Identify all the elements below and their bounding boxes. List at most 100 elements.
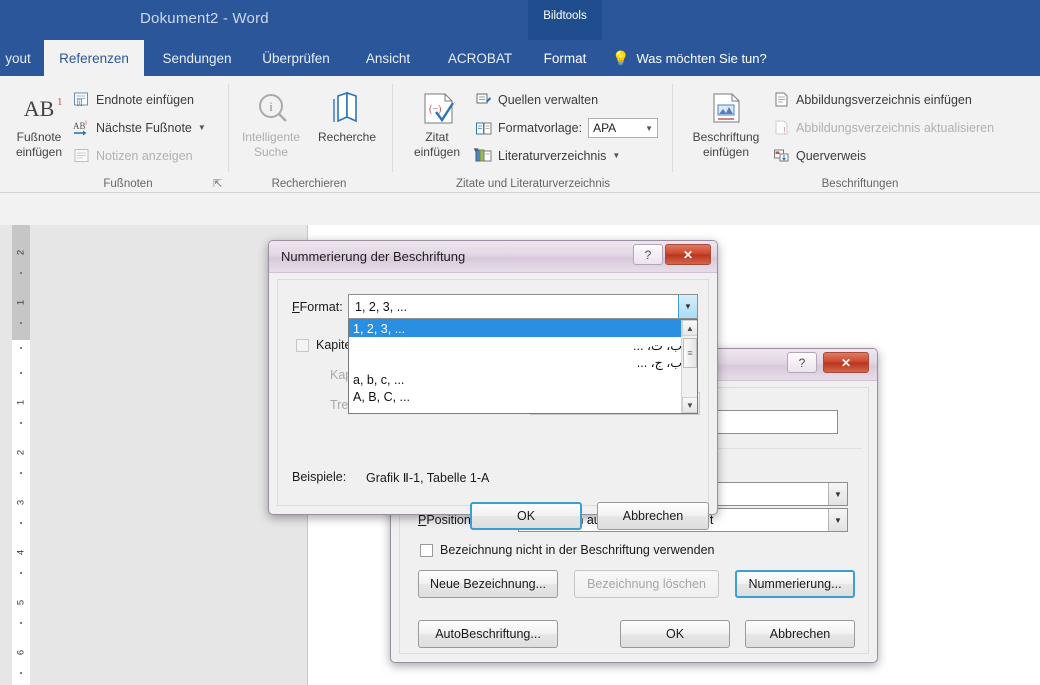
svg-text:1: 1 [85, 121, 88, 127]
contextual-tab-group-label: Bildtools [543, 10, 587, 22]
svg-text:(−): (−) [429, 104, 441, 115]
chapter-number-checkbox[interactable] [296, 339, 309, 352]
cross-reference-label: Querverweis [796, 148, 867, 163]
chevron-down-icon[interactable]: ▼ [828, 509, 847, 531]
insert-endnote-label: Endnote einfügen [96, 92, 195, 107]
update-table-of-figures-label: Abbildungsverzeichnis aktualisieren [796, 120, 995, 135]
tab-ansicht[interactable]: Ansicht [348, 40, 428, 76]
format-combo[interactable]: 1, 2, 3, ... ▼ [348, 294, 698, 319]
researcher-line1: Recherche [317, 130, 377, 144]
style-item: Formatvorlage: APA ▼ [474, 118, 659, 138]
help-question-icon[interactable]: ? [787, 352, 817, 373]
numbering-cancel-button[interactable]: Abbrechen [597, 502, 709, 530]
next-footnote-item[interactable]: AB 1 Nächste Fußnote ▼ [72, 118, 206, 137]
insert-footnote-line2: einfügen [15, 145, 63, 159]
exclude-label-text: Bezeichnung nicht in der Beschriftung ve… [440, 543, 715, 557]
insert-footnote-line1: Fußnote [16, 130, 62, 144]
svg-text:i: i [269, 99, 273, 114]
numbering-dialog-titlebar: Nummerierung der Beschriftung ? ✕ [269, 241, 717, 273]
format-option-2[interactable]: أ، ب، ج، ... [349, 354, 697, 371]
vertical-ruler[interactable]: 2 1 1 2 3 4 5 6 [12, 225, 30, 685]
group-title-fussnoten: Fußnoten [103, 178, 153, 190]
vruler-label-3: 2 [15, 449, 27, 456]
manage-sources-item[interactable]: Quellen verwalten [474, 90, 598, 109]
format-dropdown-scrollbar[interactable]: ▲ ≡ ▼ [681, 320, 697, 413]
format-option-4[interactable]: A, B, C, ... [349, 388, 697, 405]
svg-text:1: 1 [57, 96, 63, 108]
format-label: FFormat: [292, 300, 343, 314]
bibliography-item[interactable]: Literaturverzeichnis ▼ [474, 146, 620, 165]
update-table-of-figures-icon: ! [772, 118, 791, 137]
insert-table-of-figures-icon [772, 90, 791, 109]
format-option-3[interactable]: a, b, c, ... [349, 371, 697, 388]
format-option-1[interactable]: أ، ب، ت، ... [349, 337, 697, 354]
help-question-icon[interactable]: ? [633, 244, 663, 265]
next-footnote-icon: AB 1 [72, 118, 91, 137]
scrollbar-thumb[interactable]: ≡ [683, 338, 697, 368]
style-icon [474, 119, 493, 138]
tab-format[interactable]: Format [528, 40, 602, 76]
chevron-down-icon[interactable]: ▼ [198, 123, 206, 132]
new-label-button[interactable]: Neue Bezeichnung... [418, 570, 558, 598]
numbering-button[interactable]: Nummerierung... [735, 570, 855, 598]
svg-text:AB: AB [24, 96, 55, 121]
ruler-zone: L · │ · 2 · │ · 1 · │ ·· │ · 1 · │ · 2 ·… [0, 193, 1040, 415]
autocaption-button[interactable]: AutoBeschriftung... [418, 620, 558, 648]
insert-citation-line2: einfügen [413, 145, 461, 159]
style-combo[interactable]: APA ▼ [588, 118, 659, 138]
tab-ueberpruefen[interactable]: Überprüfen [248, 40, 344, 76]
insert-table-of-figures-label: Abbildungsverzeichnis einfügen [796, 92, 972, 107]
tab-sendungen[interactable]: Sendungen [148, 40, 246, 76]
group-separator-3 [672, 84, 673, 172]
researcher-button[interactable]: Recherche [310, 90, 384, 145]
examples-value: Grafik Ⅱ-1, Tabelle 1-A [366, 471, 490, 485]
chevron-down-icon: ▼ [645, 123, 654, 133]
vruler-label-1: 1 [15, 299, 27, 306]
vruler-label-6: 5 [15, 599, 27, 606]
insert-caption-button[interactable]: Beschriftung einfügen [684, 90, 768, 160]
scroll-up-arrow-icon[interactable]: ▲ [682, 320, 697, 336]
format-dropdown-list[interactable]: 1, 2, 3, ... أ، ب، ت، ... أ، ب، ج، ... a… [348, 319, 698, 414]
group-title-zitate: Zitate und Literaturverzeichnis [455, 178, 611, 190]
insert-citation-button[interactable]: (−) Zitat einfügen ▼ [400, 90, 480, 160]
cross-reference-item[interactable]: Querverweis [772, 146, 866, 165]
caption-cancel-button[interactable]: Abbrechen [745, 620, 855, 648]
smart-lookup-line2: Suche [253, 145, 289, 159]
numbering-dialog[interactable]: Nummerierung der Beschriftung ? ✕ FForma… [268, 240, 718, 530]
researcher-books-icon [310, 90, 384, 128]
close-x-icon[interactable]: ✕ [665, 244, 711, 265]
update-table-of-figures-item: ! Abbildungsverzeichnis aktualisieren [772, 118, 994, 137]
numbering-dialog-title: Nummerierung der Beschriftung [281, 249, 466, 264]
insert-table-of-figures-item[interactable]: Abbildungsverzeichnis einfügen [772, 90, 972, 109]
insert-citation-icon: (−) [400, 90, 474, 128]
tab-acrobat[interactable]: ACROBAT [432, 40, 528, 76]
examples-label: Beispiele: [292, 470, 347, 484]
caption-ok-button[interactable]: OK [620, 620, 730, 648]
scroll-down-arrow-icon[interactable]: ▼ [682, 397, 697, 413]
group-separator-1 [228, 84, 229, 172]
tell-me-box[interactable]: 💡 Was möchten Sie tun? [612, 40, 767, 76]
chevron-down-icon[interactable]: ▼ [828, 483, 847, 505]
format-option-0[interactable]: 1, 2, 3, ... [349, 320, 697, 337]
manage-sources-label: Quellen verwalten [498, 92, 599, 107]
dialog-launcher-fussnoten[interactable]: ⇱ [213, 177, 222, 190]
smart-lookup-line1: Intelligente [241, 130, 301, 144]
tab-referenzen[interactable]: Referenzen [44, 40, 144, 76]
exclude-label-checkbox[interactable] [420, 544, 433, 557]
footnote-ab1-icon: AB 1 [2, 90, 76, 128]
chevron-down-icon[interactable]: ▼ [612, 151, 620, 160]
insert-citation-line1: Zitat [425, 130, 449, 144]
chapter-checkbox-label: Kapite [316, 338, 352, 352]
insert-endnote-item[interactable]: [i] Endnote einfügen [72, 90, 194, 109]
numbering-ok-button[interactable]: OK [470, 502, 582, 530]
close-x-icon[interactable]: ✕ [823, 352, 869, 373]
document-left-pane [0, 225, 308, 685]
document-title: Dokument2 - Word [140, 10, 269, 27]
position-label-text: Position: [426, 513, 475, 527]
numbering-dialog-body: FFormat: 1, 2, 3, ... ▼ Kapite Kapite Tr… [277, 279, 709, 530]
tab-layout[interactable]: yout [0, 40, 44, 76]
vruler-label-0: 2 [15, 249, 27, 256]
lightbulb-icon: 💡 [612, 49, 630, 66]
chevron-down-icon[interactable]: ▼ [678, 295, 697, 318]
insert-footnote-button[interactable]: AB 1 Fußnote einfügen [2, 90, 76, 160]
